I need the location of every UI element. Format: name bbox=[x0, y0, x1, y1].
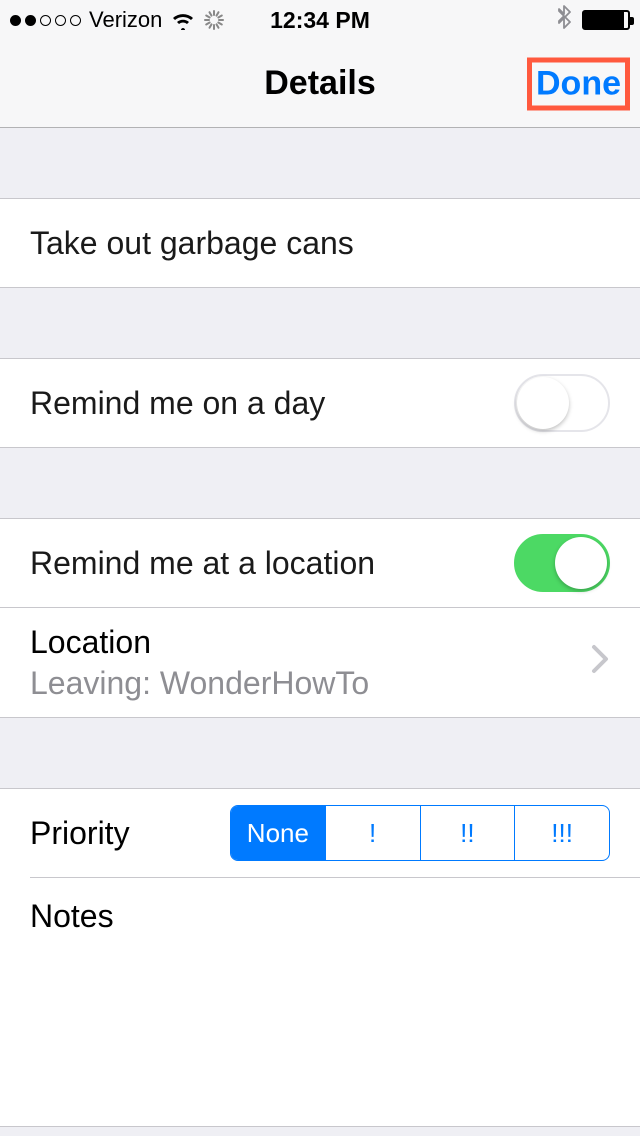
notes-cell[interactable]: Notes bbox=[0, 878, 640, 966]
signal-strength-icon bbox=[10, 15, 81, 26]
remind-location-group: Remind me at a location Location Leaving… bbox=[0, 518, 640, 718]
priority-cell: Priority None ! !! !!! bbox=[0, 789, 640, 877]
notes-text-area[interactable] bbox=[0, 966, 640, 1126]
status-time: 12:34 PM bbox=[270, 7, 370, 34]
status-right bbox=[370, 5, 630, 35]
navigation-bar: Details Done bbox=[0, 40, 640, 128]
remind-location-label: Remind me at a location bbox=[30, 545, 514, 582]
status-bar: Verizon 12:34 PM bbox=[0, 0, 640, 40]
remind-day-group: Remind me on a day bbox=[0, 358, 640, 448]
activity-spinner-icon bbox=[204, 10, 224, 30]
done-button-highlight: Done bbox=[527, 57, 630, 110]
priority-option-high[interactable]: !!! bbox=[514, 806, 609, 860]
remind-location-toggle[interactable] bbox=[514, 534, 610, 592]
priority-segmented-control[interactable]: None ! !! !!! bbox=[230, 805, 610, 861]
remind-location-cell: Remind me at a location bbox=[0, 519, 640, 607]
priority-option-low[interactable]: ! bbox=[325, 806, 420, 860]
carrier-label: Verizon bbox=[89, 7, 162, 33]
location-detail: Leaving: WonderHowTo bbox=[30, 665, 590, 702]
bluetooth-icon bbox=[558, 5, 572, 35]
status-left: Verizon bbox=[10, 7, 270, 33]
priority-label: Priority bbox=[30, 815, 230, 852]
battery-icon bbox=[582, 10, 630, 30]
priority-option-medium[interactable]: !! bbox=[420, 806, 515, 860]
priority-notes-group: Priority None ! !! !!! Notes bbox=[0, 788, 640, 1127]
reminder-title-group: Take out garbage cans bbox=[0, 198, 640, 288]
reminder-title-text: Take out garbage cans bbox=[30, 225, 610, 262]
page-title: Details bbox=[264, 64, 376, 103]
priority-option-none[interactable]: None bbox=[231, 806, 325, 860]
location-label: Location bbox=[30, 624, 590, 661]
location-cell[interactable]: Location Leaving: WonderHowTo bbox=[0, 607, 640, 717]
wifi-icon bbox=[170, 10, 196, 30]
reminder-title-cell[interactable]: Take out garbage cans bbox=[0, 199, 640, 287]
remind-day-toggle[interactable] bbox=[514, 374, 610, 432]
notes-label: Notes bbox=[30, 898, 114, 935]
chevron-right-icon bbox=[590, 643, 610, 683]
remind-day-label: Remind me on a day bbox=[30, 385, 514, 422]
done-button[interactable]: Done bbox=[536, 64, 621, 103]
remind-day-cell: Remind me on a day bbox=[0, 359, 640, 447]
